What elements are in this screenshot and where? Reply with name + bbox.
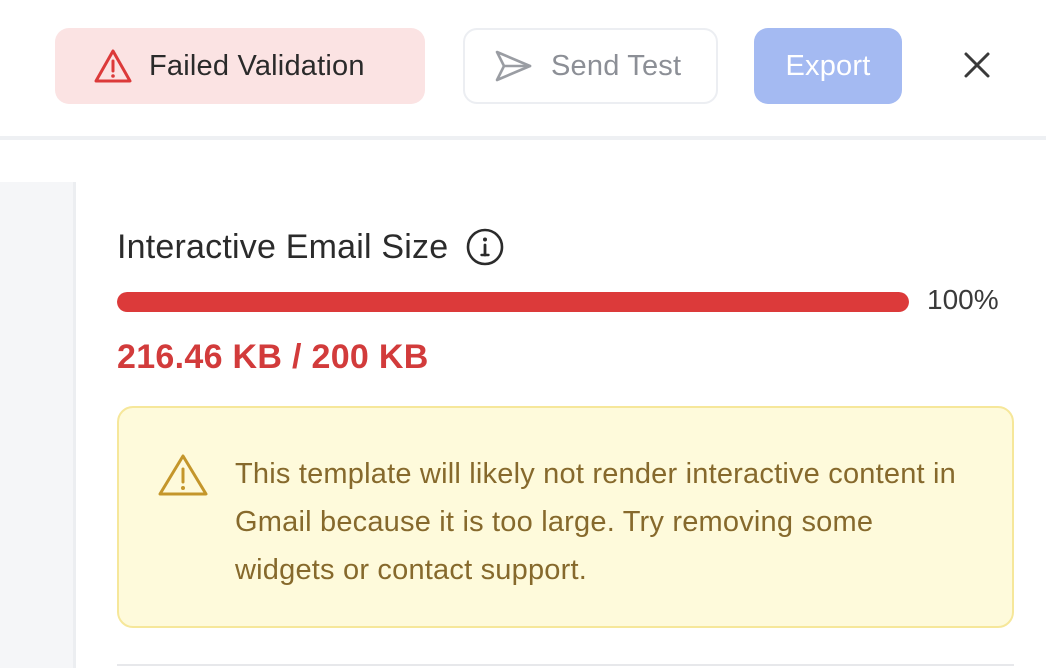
paper-plane-icon	[493, 48, 533, 84]
email-editor-page: Failed Validation Send Test Export Inter…	[0, 0, 1046, 668]
divider	[117, 664, 1014, 666]
section-title-label: Interactive Email Size	[117, 227, 449, 266]
warning-triangle-icon	[157, 452, 209, 498]
failed-validation-button[interactable]: Failed Validation	[55, 28, 425, 104]
send-test-label: Send Test	[551, 49, 682, 82]
warning-triangle-icon	[93, 47, 133, 85]
send-test-button[interactable]: Send Test	[463, 28, 718, 104]
close-icon	[963, 51, 991, 84]
close-button[interactable]	[958, 48, 996, 86]
size-progress-fill	[117, 292, 909, 312]
info-icon[interactable]	[464, 226, 506, 268]
editor-canvas-edge	[0, 182, 76, 668]
progress-percent: 100%	[927, 284, 999, 315]
section-title: Interactive Email Size	[117, 226, 506, 268]
failed-validation-label: Failed Validation	[149, 49, 365, 82]
export-label: Export	[785, 49, 871, 82]
size-warning-alert: This template will likely not render int…	[117, 406, 1014, 628]
export-button[interactable]: Export	[754, 28, 902, 104]
warning-message: This template will likely not render int…	[235, 458, 957, 586]
size-readout: 216.46 KB / 200 KB	[117, 338, 429, 376]
size-progress-bar	[117, 292, 909, 312]
top-toolbar: Failed Validation Send Test Export	[0, 0, 1046, 140]
email-size-panel: Interactive Email Size 100% 216.46 KB / …	[79, 144, 1046, 668]
